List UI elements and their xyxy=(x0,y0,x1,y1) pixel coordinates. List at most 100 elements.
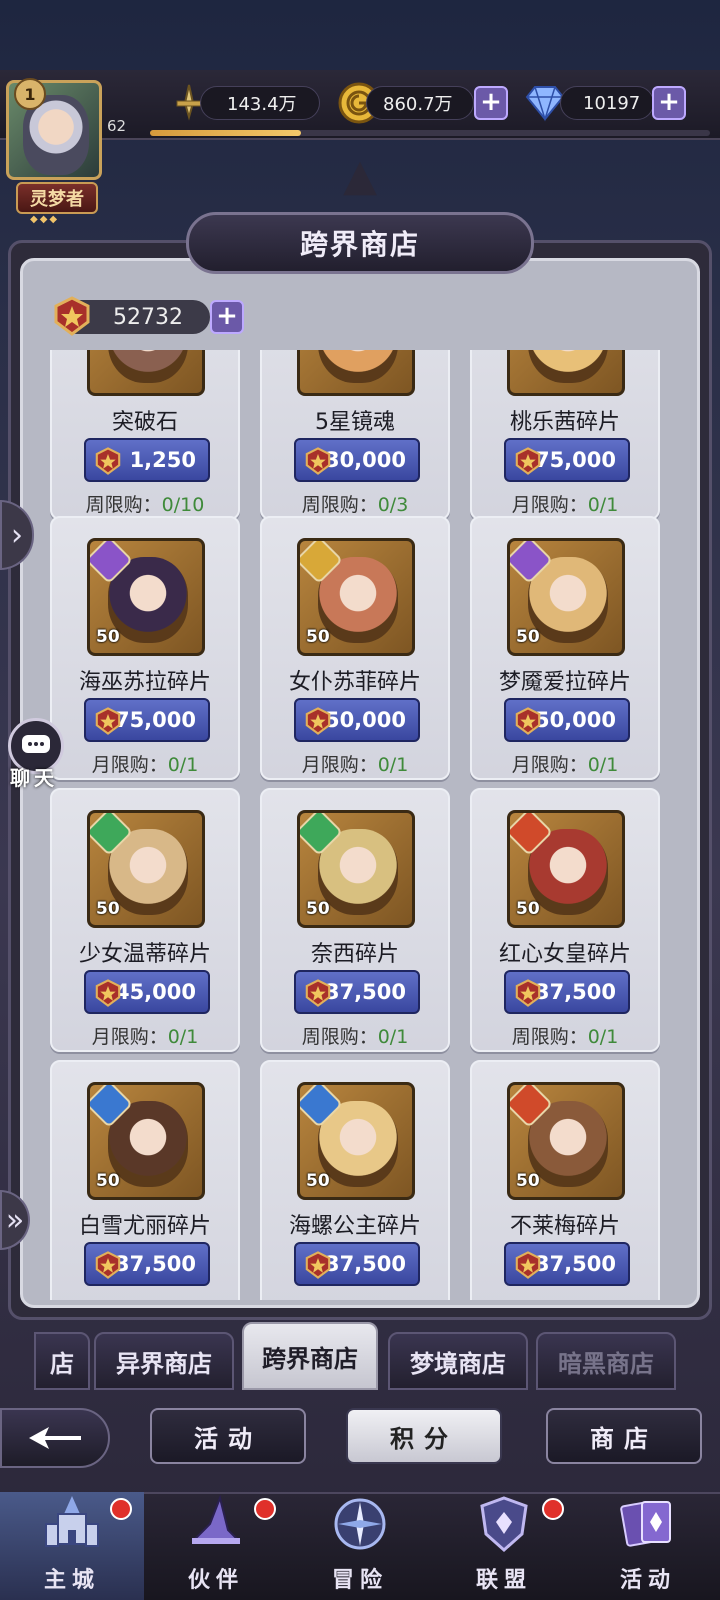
tab-dream-shop[interactable]: 梦境商店 xyxy=(388,1332,528,1390)
shop-item-card[interactable]: 50 白雪尤丽碎片 37,500 xyxy=(50,1060,240,1300)
item-icon: 50 xyxy=(87,1082,205,1200)
shop-item-card[interactable]: 突破石 1,250 周限购：0/10 xyxy=(50,350,240,520)
item-name: 突破石 xyxy=(111,410,178,435)
points-medal-icon xyxy=(305,447,331,475)
price-value: 50,000 xyxy=(324,708,406,732)
shop-item-card[interactable]: 50 奈西碎片 37,500 周限购：0/1 xyxy=(260,788,450,1052)
category-activity-button[interactable]: 活动 xyxy=(150,1408,306,1464)
buy-price-button[interactable]: 37,500 xyxy=(84,1242,210,1286)
nav-adventure[interactable]: 冒险 xyxy=(288,1492,432,1600)
price-value: 30,000 xyxy=(324,448,406,472)
item-icon xyxy=(297,350,415,396)
nav-events[interactable]: 活动 xyxy=(576,1492,720,1600)
tab-shop-partial[interactable]: 店 xyxy=(34,1332,90,1390)
gold-display: 860.7万 xyxy=(366,86,474,120)
item-name: 少女温蒂碎片 xyxy=(78,942,211,967)
points-medal-icon xyxy=(95,707,121,735)
add-gold-button[interactable]: + xyxy=(474,86,508,120)
item-icon xyxy=(87,350,205,396)
points-medal-icon xyxy=(515,979,541,1007)
buy-price-button[interactable]: 30,000 xyxy=(294,438,420,482)
item-name: 海巫苏拉碎片 xyxy=(78,670,211,695)
limit-type: 周限购： xyxy=(85,494,162,516)
nav-adventure-label: 冒险 xyxy=(331,1568,388,1593)
exp-bar xyxy=(150,130,710,136)
item-quantity: 50 xyxy=(306,627,330,647)
item-icon xyxy=(507,350,625,396)
buy-price-button[interactable]: 37,500 xyxy=(504,1242,630,1286)
price-value: 37,500 xyxy=(324,980,406,1004)
limit-count: 0/1 xyxy=(587,1026,619,1048)
purchase-limit: 周限购：0/3 xyxy=(262,490,448,517)
player-title: 灵梦者 xyxy=(16,182,98,214)
item-grid: 突破石 1,250 周限购：0/10 5星镜魂 30,000 周限购：0/3 桃乐茜碎片 75… xyxy=(20,350,700,1300)
limit-count: 0/1 xyxy=(377,754,409,776)
item-quantity: 50 xyxy=(516,627,540,647)
banner-ornament-icon: ▲ xyxy=(343,150,377,201)
limit-type: 周限购： xyxy=(301,494,378,516)
item-quantity: 50 xyxy=(96,899,120,919)
limit-type: 月限购： xyxy=(511,494,588,516)
rank-badge: 1 xyxy=(14,78,46,110)
limit-type: 周限购： xyxy=(511,1026,588,1048)
buy-price-button[interactable]: 50,000 xyxy=(294,698,420,742)
category-shop-button[interactable]: 商店 xyxy=(546,1408,702,1464)
item-name: 5星镜魂 xyxy=(315,410,395,435)
power-value: 143.4万 xyxy=(227,94,297,115)
diamond-display: 10197 xyxy=(560,86,654,120)
buy-price-button[interactable]: 75,000 xyxy=(504,438,630,482)
buy-price-button[interactable]: 37,500 xyxy=(294,970,420,1014)
purchase-limit: 月限购：0/1 xyxy=(52,750,238,777)
tab-dark-shop[interactable]: 暗黑商店 xyxy=(536,1332,676,1390)
shop-item-card[interactable]: 50 少女温蒂碎片 45,000 月限购：0/1 xyxy=(50,788,240,1052)
points-value: 52732 xyxy=(113,304,183,330)
points-medal-icon xyxy=(95,979,121,1007)
purchase-limit: 周限购：0/1 xyxy=(262,1022,448,1049)
buy-price-button[interactable]: 37,500 xyxy=(294,1242,420,1286)
nav-alliance-label: 联盟 xyxy=(475,1568,532,1593)
points-medal-icon xyxy=(515,1251,541,1279)
item-quantity: 50 xyxy=(516,1171,540,1191)
witch-hat-icon xyxy=(184,1492,248,1556)
shop-item-card[interactable]: 50 女仆苏菲碎片 50,000 月限购：0/1 xyxy=(260,516,450,780)
buy-price-button[interactable]: 50,000 xyxy=(504,698,630,742)
buy-price-button[interactable]: 75,000 xyxy=(84,698,210,742)
add-points-button[interactable]: + xyxy=(210,300,244,334)
shop-item-card[interactable]: 50 红心女皇碎片 37,500 周限购：0/1 xyxy=(470,788,660,1052)
price-value: 37,500 xyxy=(534,1252,616,1276)
shop-item-card[interactable]: 50 不莱梅碎片 37,500 xyxy=(470,1060,660,1300)
limit-type: 周限购： xyxy=(301,1026,378,1048)
tab-otherworld-shop[interactable]: 异界商店 xyxy=(94,1332,234,1390)
price-value: 75,000 xyxy=(534,448,616,472)
limit-count: 0/3 xyxy=(377,494,409,516)
purchase-limit: 月限购：0/1 xyxy=(262,750,448,777)
item-quantity: 50 xyxy=(306,899,330,919)
item-icon: 50 xyxy=(507,810,625,928)
purchase-limit: 月限购：0/1 xyxy=(52,1022,238,1049)
item-name: 女仆苏菲碎片 xyxy=(288,670,421,695)
shop-item-card[interactable]: 50 海螺公主碎片 37,500 xyxy=(260,1060,450,1300)
category-points-button[interactable]: 积分 xyxy=(346,1408,502,1464)
points-medal-icon xyxy=(515,447,541,475)
chat-label[interactable]: 聊天 xyxy=(10,762,58,791)
back-arrow-icon[interactable] xyxy=(0,1408,110,1468)
price-value: 37,500 xyxy=(324,1252,406,1276)
buy-price-button[interactable]: 45,000 xyxy=(84,970,210,1014)
item-portrait xyxy=(318,350,398,383)
item-name: 不莱梅碎片 xyxy=(509,1214,620,1239)
item-icon: 50 xyxy=(297,538,415,656)
buy-price-button[interactable]: 1,250 xyxy=(84,438,210,482)
tab-crossworld-shop[interactable]: 跨界商店 xyxy=(242,1322,378,1390)
shop-item-card[interactable]: 5星镜魂 30,000 周限购：0/3 xyxy=(260,350,450,520)
item-portrait xyxy=(108,350,188,383)
points-medal-icon xyxy=(305,707,331,735)
purchase-limit: 月限购：0/1 xyxy=(472,750,658,777)
add-diamond-button[interactable]: + xyxy=(652,86,686,120)
title-stars-icon: ◆◆◆ xyxy=(30,214,60,225)
shop-item-card[interactable]: 50 梦魇爱拉碎片 50,000 月限购：0/1 xyxy=(470,516,660,780)
item-icon: 50 xyxy=(297,1082,415,1200)
shop-item-card[interactable]: 50 海巫苏拉碎片 75,000 月限购：0/1 xyxy=(50,516,240,780)
buy-price-button[interactable]: 37,500 xyxy=(504,970,630,1014)
points-medal-icon xyxy=(95,1251,121,1279)
shop-item-card[interactable]: 桃乐茜碎片 75,000 月限购：0/1 xyxy=(470,350,660,520)
